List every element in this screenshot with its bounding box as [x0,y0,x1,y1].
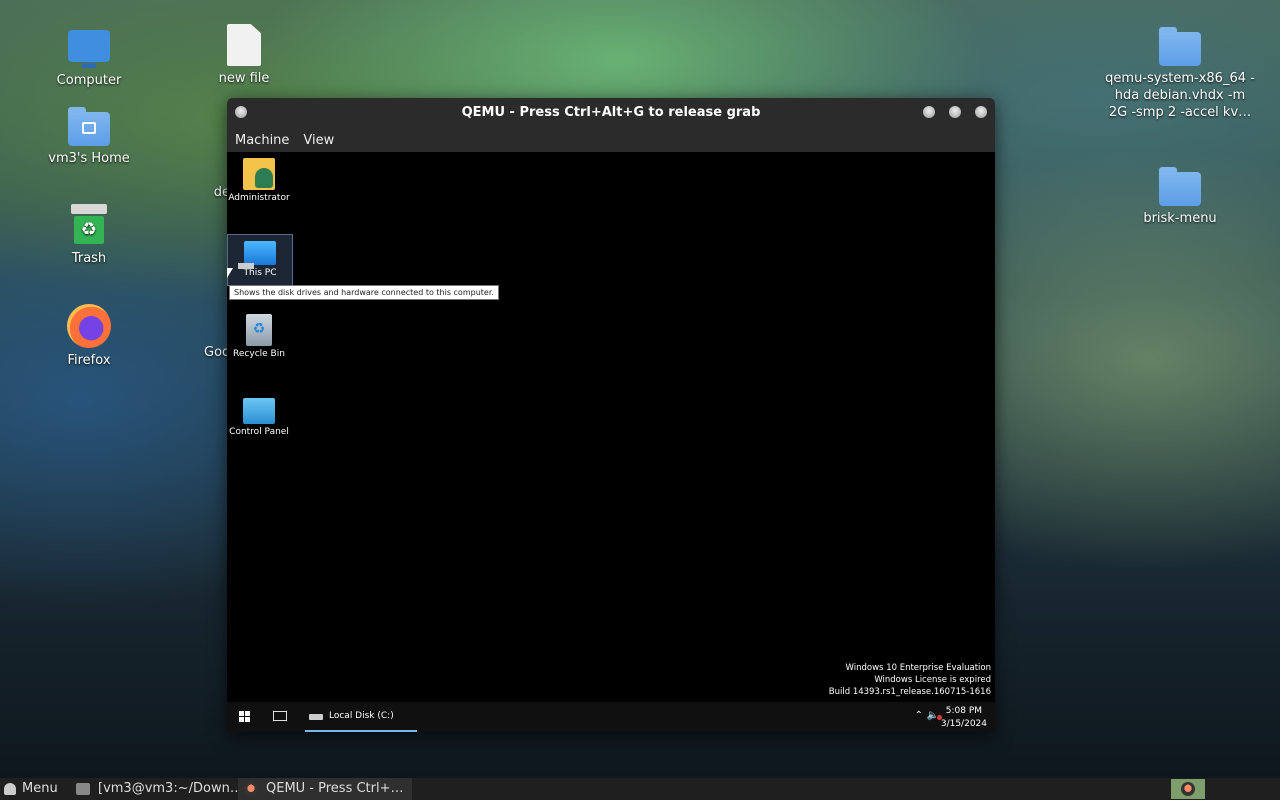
guest-icon-label: Recycle Bin [233,349,285,359]
desktop-icon-label: de [213,185,230,200]
window-menubar: Machine View [227,128,995,152]
taskbar-item-qemu[interactable]: QEMU - Press Ctrl+… [238,778,412,800]
recycle-bin-icon: ♻ [246,314,272,346]
guest-icon-control-panel[interactable]: Control Panel [227,394,291,437]
desktop-icon-partial[interactable]: Goo [150,344,230,361]
this-pc-icon [238,241,276,269]
tooltip: Shows the disk drives and hardware conne… [229,285,499,300]
maximize-button[interactable] [949,106,961,118]
desktop-icon-brisk-menu[interactable]: brisk-menu [1120,164,1240,227]
desktop-icon-label: brisk-menu [1143,211,1217,226]
desktop-icon-partial[interactable]: de [150,184,230,201]
guest-icon-label: Control Panel [229,427,289,437]
menu-label: Menu [22,781,58,796]
desktop-icon-firefox[interactable]: Firefox [29,304,149,369]
folder-icon [1159,167,1201,206]
trash-icon: ♻ [71,204,107,246]
desktop-icon-label: Computer [56,73,122,88]
clock[interactable]: 5:08 PM 3/15/2024 [941,705,987,731]
system-tray: ⌃ 🔈 5:08 PM 3/15/2024 [895,702,995,732]
host-panel: Menu [vm3@vm3:~/Down… QEMU - Press Ctrl+… [0,778,1280,800]
computer-icon [68,30,110,68]
qemu-tray-icon[interactable] [1171,779,1205,799]
desktop-icon-label: Firefox [67,353,111,368]
user-folder-icon [243,158,275,190]
close-button[interactable] [975,106,987,118]
guest-icon-this-pc[interactable]: This PC [227,234,293,286]
desktop-icon-home[interactable]: vm3's Home [29,104,149,167]
watermark-line: Build 14393.rs1_release.160715-1616 [828,687,991,697]
watermark-line: Windows 10 Enterprise Evaluation [845,663,991,673]
desktop-icon-label: qemu-system-x86_64 -hda debian.vhdx -m 2… [1105,71,1255,120]
qemu-window: QEMU - Press Ctrl+Alt+G to release grab … [227,98,995,732]
minimize-button[interactable] [923,106,935,118]
taskbar-item-label: QEMU - Press Ctrl+… [266,781,404,796]
taskbar-app-label: Local Disk (C:) [329,711,394,721]
desktop-icon-new-file[interactable]: new file [184,24,304,87]
menu-view[interactable]: View [303,133,334,148]
taskbar-item-terminal[interactable]: [vm3@vm3:~/Down… [76,778,243,800]
guest-display[interactable]: Administrator This PC ♻ Recycle Bin Cont… [227,152,995,732]
drive-icon [309,714,323,720]
desktop-icon-label: vm3's Home [48,151,130,166]
guest-icon-label: Administrator [228,193,290,203]
terminal-icon [76,782,90,795]
task-view-icon[interactable] [273,711,287,721]
guest-taskbar: Local Disk (C:) ⌃ 🔈 5:08 PM 3/15/2024 [227,702,995,732]
mouse-cursor-icon [227,268,233,278]
clock-time: 5:08 PM [945,706,983,716]
guest-icon-administrator[interactable]: Administrator [227,158,291,203]
desktop-icon-qemu-command[interactable]: qemu-system-x86_64 -hda debian.vhdx -m 2… [1105,24,1255,121]
desktop-icon-label: Goo [204,345,230,360]
guest-icon-label: This PC [243,268,277,278]
desktop-icon-label: new file [218,71,270,86]
chevron-up-icon[interactable]: ⌃ [915,710,923,721]
desktop-icon-computer[interactable]: Computer [29,24,149,89]
file-icon [227,24,261,66]
desktop-icon-label: Trash [71,251,107,266]
control-panel-icon [243,398,275,424]
clock-date: 3/15/2024 [940,719,987,729]
license-watermark: Windows 10 Enterprise Evaluation Windows… [829,662,991,698]
taskbar-app-local-disk[interactable]: Local Disk (C:) [305,702,417,732]
folder-icon [1159,27,1201,66]
window-title: QEMU - Press Ctrl+Alt+G to release grab [461,105,761,120]
firefox-icon [67,304,111,348]
window-titlebar[interactable]: QEMU - Press Ctrl+Alt+G to release grab [227,98,995,128]
qemu-icon [244,781,258,796]
taskbar-item-label: [vm3@vm3:~/Down… [98,781,243,796]
guest-icon-recycle-bin[interactable]: ♻ Recycle Bin [227,314,291,359]
menu-icon [4,782,16,795]
start-button[interactable] [239,711,251,723]
home-folder-icon [68,107,110,146]
menu-machine[interactable]: Machine [235,133,289,148]
desktop-icon-trash[interactable]: ♻ Trash [29,204,149,267]
watermark-line: Windows License is expired [874,675,991,685]
menu-button[interactable]: Menu [4,778,58,800]
